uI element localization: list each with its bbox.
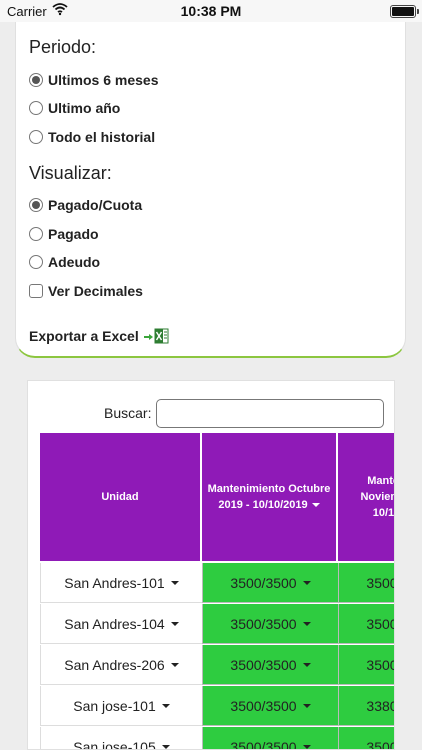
dropdown-caret-icon — [302, 662, 311, 667]
header-unidad[interactable]: Unidad — [40, 433, 202, 561]
dropdown-caret-icon — [302, 744, 311, 749]
table-cell-payment[interactable]: 3500/3500 — [338, 645, 394, 685]
table-cell-payment[interactable]: 3500/3500 — [202, 645, 338, 685]
export-label: Exportar a Excel — [29, 328, 139, 344]
option-label: Ultimo año — [48, 100, 121, 116]
periodo-option-6-meses[interactable]: Ultimos 6 meses — [29, 70, 159, 90]
dropdown-caret-icon — [170, 580, 179, 585]
battery-icon — [390, 5, 419, 18]
table-row-unit[interactable]: San jose-105 — [40, 727, 202, 749]
dropdown-caret-icon — [170, 621, 179, 626]
table-cell-payment[interactable]: 3500/3500 — [202, 727, 338, 749]
table-cell-payment[interactable]: 3380/3500 — [338, 686, 394, 726]
option-label: Ver Decimales — [48, 283, 143, 299]
header-mantenimiento-octubre[interactable]: Mantenimiento Octubre 2019 - 10/10/2019 — [202, 433, 338, 561]
option-label: Todo el historial — [48, 129, 156, 145]
table-row-unit[interactable]: San Andres-104 — [40, 604, 202, 644]
table-row-unit[interactable]: San Andres-206 — [40, 645, 202, 685]
status-bar: Carrier 10:38 PM — [0, 0, 422, 22]
excel-export-icon — [143, 328, 169, 344]
option-label: Pagado/Cuota — [48, 197, 143, 213]
visualizar-option-adeudo[interactable]: Adeudo — [29, 252, 100, 272]
option-label: Ultimos 6 meses — [48, 72, 159, 88]
search-input[interactable] — [156, 399, 384, 428]
visualizar-title: Visualizar: — [29, 163, 112, 183]
clock: 10:38 PM — [180, 3, 242, 19]
table-row-unit[interactable]: San jose-101 — [40, 686, 202, 726]
table-row-unit[interactable]: San Andres-101 — [40, 563, 202, 603]
visualizar-option-pagado[interactable]: Pagado — [29, 224, 99, 244]
dropdown-caret-icon — [302, 703, 311, 708]
periodo-option-ultimo-ano[interactable]: Ultimo año — [29, 98, 120, 118]
sort-caret-icon — [311, 503, 320, 508]
radio-button[interactable] — [29, 73, 43, 87]
table-cell-payment[interactable]: 3500/3500 — [338, 563, 394, 603]
table-cell-payment[interactable]: 3500/3500 — [202, 686, 338, 726]
dropdown-caret-icon — [170, 662, 179, 667]
ver-decimales-toggle[interactable]: Ver Decimales — [29, 281, 143, 301]
table-cell-payment[interactable]: 3500/3500 — [338, 604, 394, 644]
visualizar-option-pagado-cuota[interactable]: Pagado/Cuota — [29, 195, 142, 215]
dropdown-caret-icon — [302, 621, 311, 626]
radio-button[interactable] — [29, 198, 43, 212]
table-cell-payment[interactable]: 3500/3500 — [202, 604, 338, 644]
table-cell-payment[interactable]: 3500/3500 — [338, 727, 394, 749]
radio-button[interactable] — [29, 130, 43, 144]
periodo-option-historial[interactable]: Todo el historial — [29, 127, 155, 147]
radio-button[interactable] — [29, 227, 43, 241]
dropdown-caret-icon — [161, 744, 170, 749]
checkbox[interactable] — [29, 284, 43, 298]
radio-button[interactable] — [29, 101, 43, 115]
filter-panel: Periodo: Ultimos 6 meses Ultimo año Todo… — [15, 22, 406, 358]
export-excel-link[interactable]: Exportar a Excel — [29, 328, 170, 344]
dropdown-caret-icon — [161, 703, 170, 708]
dropdown-caret-icon — [302, 580, 311, 585]
periodo-title: Periodo: — [29, 37, 97, 57]
radio-button[interactable] — [29, 255, 43, 269]
header-mantenimiento-noviembre[interactable]: Mantenimiento Noviembre 2019 - 10/11/201… — [338, 433, 394, 561]
option-label: Pagado — [48, 226, 99, 242]
table-cell-payment[interactable]: 3500/3500 — [202, 563, 338, 603]
option-label: Adeudo — [48, 254, 101, 270]
payments-table-card: Buscar: Unidad Mantenimiento Octubre 201… — [27, 380, 395, 750]
search-label: Buscar: — [104, 405, 152, 421]
